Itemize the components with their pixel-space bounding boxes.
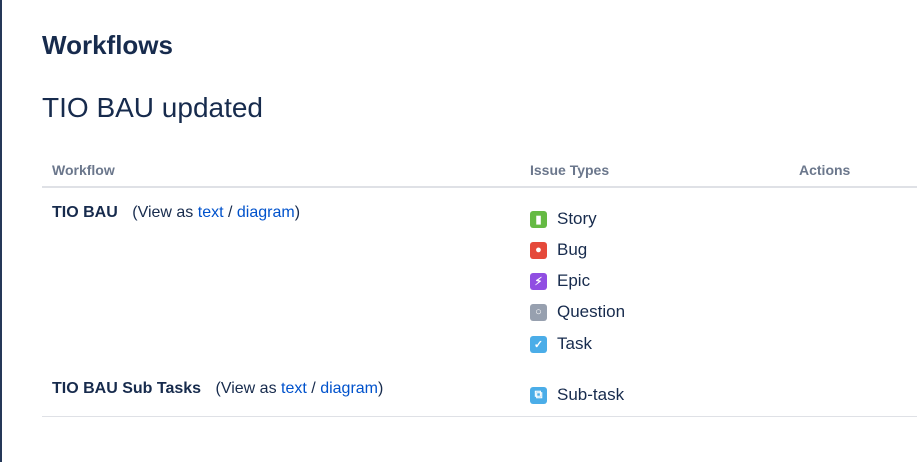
separator: /: [311, 380, 316, 397]
bug-icon: ●: [530, 241, 547, 259]
workflow-name: TIO BAU Sub Tasks: [52, 380, 202, 397]
close-paren: ): [294, 204, 301, 221]
question-icon: ○: [530, 303, 547, 321]
epic-icon: ⚡︎: [530, 272, 547, 290]
view-as-text-link[interactable]: text: [198, 204, 224, 221]
left-border: [0, 0, 2, 462]
column-header-issue-types: Issue Types: [530, 162, 610, 178]
scheme-title: TIO BAU updated: [42, 92, 264, 123]
view-as-diagram-link[interactable]: diagram: [237, 204, 295, 221]
story-icon: ▮: [530, 210, 547, 228]
issue-type-epic: ⚡︎ Epic: [530, 271, 590, 291]
issue-type-label: Story: [557, 209, 597, 228]
issue-type-label: Question: [557, 302, 626, 321]
issue-type-story: ▮ Story: [530, 209, 597, 229]
view-as-label: (View as: [132, 204, 194, 221]
subtask-icon: ⧉: [530, 386, 547, 404]
column-header-workflow: Workflow: [52, 162, 115, 178]
view-as-diagram-link[interactable]: diagram: [320, 380, 378, 397]
issue-type-question: ○ Question: [530, 302, 625, 322]
table-bottom-divider: [42, 416, 917, 417]
workflow-row: TIO BAU Sub Tasks (View as text / diagra…: [52, 380, 383, 398]
issue-type-label: Epic: [557, 271, 591, 290]
view-as-label: (View as: [215, 380, 277, 397]
issue-type-subtask: ⧉ Sub-task: [530, 385, 624, 405]
view-as-text-link[interactable]: text: [281, 380, 307, 397]
issue-type-bug: ● Bug: [530, 240, 587, 260]
header-divider: [42, 186, 917, 188]
issue-type-task: ✓ Task: [530, 334, 592, 354]
separator: /: [228, 204, 233, 221]
issue-type-label: Task: [557, 334, 592, 353]
page-title: Workflows: [42, 30, 173, 60]
issue-type-label: Bug: [557, 240, 588, 259]
column-header-actions: Actions: [799, 162, 851, 178]
workflow-row: TIO BAU (View as text / diagram): [52, 204, 300, 222]
close-paren: ): [378, 380, 384, 397]
workflow-name: TIO BAU: [52, 204, 118, 221]
issue-type-label: Sub-task: [557, 385, 625, 404]
task-icon: ✓: [530, 335, 547, 353]
